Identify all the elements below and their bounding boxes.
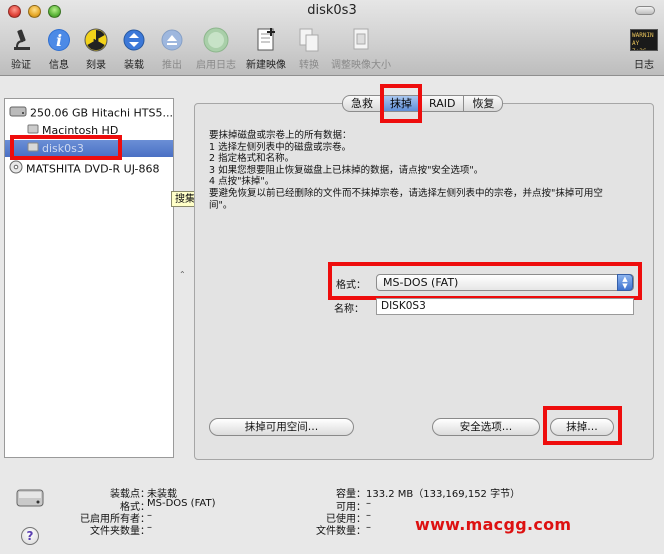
info-value: – [366, 510, 371, 521]
info-value: – [147, 522, 152, 533]
device-label: MATSHITA DVD-R UJ-868 [26, 162, 160, 176]
instruction-line: 1 选择左侧列表中的磁盘或宗卷。 [209, 141, 352, 153]
log-badge-line: WARNIN [632, 32, 654, 39]
toolbar-label: 日志 [634, 60, 654, 71]
toolbar-label: 信息 [49, 60, 69, 71]
toolbar-eject-button[interactable]: 推出 [157, 26, 187, 71]
help-button[interactable]: ? [21, 527, 39, 545]
resize-image-icon [346, 26, 376, 54]
window-titlebar: disk0s3 验证 i 信息 刻录 装载 推出 启用日志 新建映像 转换 调整… [0, 0, 664, 76]
info-value: – [366, 498, 371, 509]
toolbar-burn-button[interactable]: 刻录 [81, 26, 111, 71]
toolbar-label: 刻录 [86, 60, 106, 71]
log-icon: WARNIN AY 7:36 [629, 26, 659, 54]
eject-icon [157, 26, 187, 54]
splitter-handle[interactable]: ⌃ [179, 270, 186, 279]
mount-icon [119, 26, 149, 54]
toolbar-label: 新建映像 [246, 60, 286, 71]
convert-icon [294, 26, 324, 54]
instruction-line: 间"。 [209, 199, 233, 211]
tab-first-aid[interactable]: 急救 [342, 95, 382, 112]
info-label: 文件数量： [316, 526, 366, 537]
watermark-text: www.macgg.com [415, 515, 572, 534]
toolbar-log-button[interactable]: WARNIN AY 7:36 日志 [628, 26, 660, 71]
name-label: 名称： [334, 304, 364, 315]
toolbar-label: 验证 [11, 60, 31, 71]
toolbar-convert-button[interactable]: 转换 [294, 26, 324, 71]
tab-restore[interactable]: 恢复 [464, 95, 504, 112]
journal-icon [201, 26, 231, 54]
device-item-dvd-drive[interactable]: MATSHITA DVD-R UJ-868 [5, 160, 173, 177]
instruction-line: 要避免恢复以前已经删除的文件而不抹掉宗卷，请选择左侧列表中的宗卷，并点按"抹掉可… [209, 187, 603, 199]
info-icon: i [44, 26, 74, 54]
info-value: – [366, 522, 371, 533]
name-field[interactable]: DISK0S3 [376, 298, 634, 315]
instruction-line: 4 点按"抹掉"。 [209, 176, 275, 188]
new-image-icon [251, 26, 281, 54]
toolbar-enable-journaling-button[interactable]: 启用日志 [193, 26, 239, 71]
window-title: disk0s3 [307, 3, 357, 18]
toolbar-label: 装载 [124, 60, 144, 71]
burn-icon [81, 26, 111, 54]
log-badge-line: AY 7:36 [632, 40, 646, 50]
info-label: 文件夹数量： [90, 526, 150, 537]
toolbar-verify-button[interactable]: 验证 [6, 26, 36, 71]
svg-text:i: i [56, 31, 62, 50]
highlight-box [543, 406, 622, 445]
security-options-button[interactable]: 安全选项… [432, 418, 540, 436]
tab-raid[interactable]: RAID [421, 95, 465, 112]
toolbar-label: 调整映像大小 [331, 60, 391, 71]
toolbar-label: 转换 [299, 60, 319, 71]
info-value: 133.2 MB（133,169,152 字节） [366, 489, 521, 500]
tab-bar: 急救 抹掉 RAID 恢复 [342, 95, 504, 112]
device-label: 250.06 GB Hitachi HTS5... [30, 106, 173, 120]
toolbar-info-button[interactable]: i 信息 [44, 26, 74, 71]
instruction-line: 2 指定格式和名称。 [209, 153, 295, 165]
info-value: MS-DOS (FAT) [147, 498, 216, 509]
toolbar-resize-image-button[interactable]: 调整映像大小 [330, 26, 392, 71]
highlight-box [328, 262, 642, 300]
info-value: – [147, 510, 152, 521]
toolbar-label: 推出 [162, 60, 182, 71]
microscope-icon [6, 26, 36, 54]
optical-drive-icon [9, 160, 23, 179]
instruction-line: 3 如果您想要阻止恢复磁盘上已抹掉的数据，请点按"安全选项"。 [209, 164, 484, 176]
device-item-hitachi[interactable]: 250.06 GB Hitachi HTS5... [5, 104, 173, 121]
instruction-line: 要抹掉磁盘或宗卷上的所有数据： [209, 130, 352, 141]
erase-instructions: 要抹掉磁盘或宗卷上的所有数据： 1 选择左侧列表中的磁盘或宗卷。 2 指定格式和… [209, 130, 639, 211]
hard-disk-icon [9, 104, 27, 123]
toolbar-label: 启用日志 [196, 60, 236, 71]
highlight-box [380, 84, 422, 123]
erase-free-space-button[interactable]: 抹掉可用空间… [209, 418, 354, 436]
toolbar-toggle-button[interactable] [635, 6, 655, 15]
toolbar-mount-button[interactable]: 装载 [119, 26, 149, 71]
highlight-box [10, 135, 122, 160]
toolbar-new-image-button[interactable]: 新建映像 [243, 26, 289, 71]
